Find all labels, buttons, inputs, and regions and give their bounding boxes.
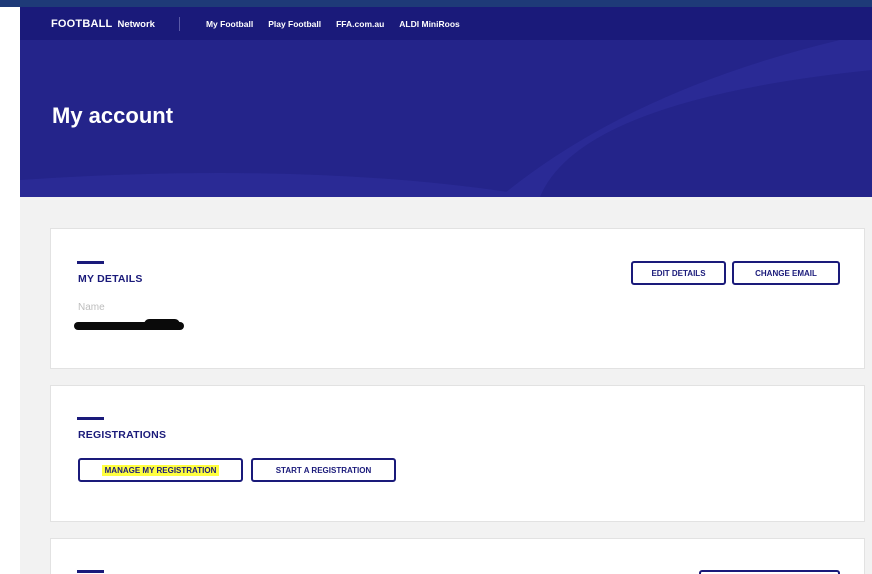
edit-details-button[interactable]: EDIT DETAILS — [631, 261, 726, 285]
top-navigation: FOOTBALL Network My Football Play Footba… — [20, 7, 872, 40]
nav-link-ffa[interactable]: FFA.com.au — [336, 19, 384, 29]
nav-links: My Football Play Football FFA.com.au ALD… — [206, 19, 460, 29]
logo-network-text: Network — [117, 18, 155, 30]
heading-accent-bar — [77, 261, 104, 264]
my-details-heading: MY DETAILS — [78, 273, 143, 285]
football-network-logo[interactable]: FOOTBALL Network — [51, 18, 155, 30]
heading-accent-bar — [77, 417, 104, 420]
start-a-registration-label: START A REGISTRATION — [275, 465, 372, 475]
registrations-card: REGISTRATIONS MANAGE MY REGISTRATION STA… — [50, 385, 865, 522]
change-email-button[interactable]: CHANGE EMAIL — [732, 261, 840, 285]
next-card-partial — [50, 538, 865, 574]
change-email-label: CHANGE EMAIL — [755, 268, 817, 278]
heading-accent-bar — [77, 570, 104, 573]
name-field-label: Name — [78, 302, 105, 313]
page: FOOTBALL Network My Football Play Footba… — [20, 7, 872, 574]
nav-link-play-football[interactable]: Play Football — [268, 19, 321, 29]
logo-wordmark: FOOTBALL — [51, 17, 113, 30]
redacted-name-value — [74, 319, 184, 330]
window-top-strip — [0, 0, 872, 7]
nav-link-my-football[interactable]: My Football — [206, 19, 253, 29]
partial-action-button[interactable] — [699, 570, 840, 574]
my-details-card: MY DETAILS EDIT DETAILS CHANGE EMAIL Nam… — [50, 228, 865, 369]
nav-link-aldi-miniroos[interactable]: ALDI MiniRoos — [399, 19, 459, 29]
start-a-registration-button[interactable]: START A REGISTRATION — [251, 458, 396, 482]
manage-my-registration-button[interactable]: MANAGE MY REGISTRATION — [78, 458, 243, 482]
manage-my-registration-label: MANAGE MY REGISTRATION — [101, 464, 220, 476]
hero-banner: My account — [20, 40, 872, 197]
page-title: My account — [52, 103, 174, 128]
edit-details-label: EDIT DETAILS — [651, 268, 706, 278]
registrations-heading: REGISTRATIONS — [78, 429, 167, 441]
nav-divider — [178, 16, 180, 31]
